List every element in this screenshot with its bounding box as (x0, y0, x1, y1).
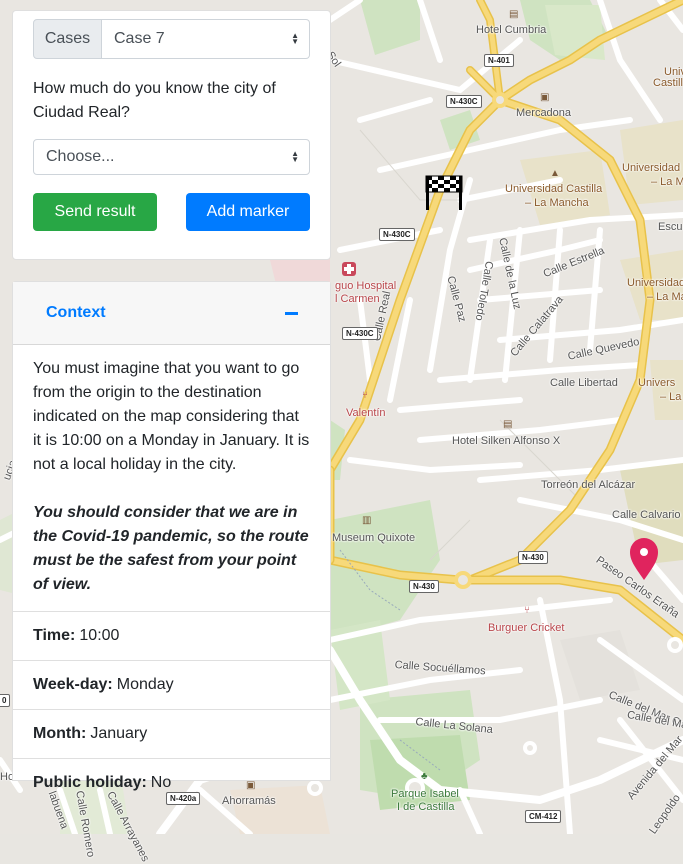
map-label-uni-r2b: – La Ma (647, 291, 683, 303)
map-label-hospital-2: l Carmen (335, 293, 380, 305)
detail-value: Monday (116, 676, 174, 693)
map-label-universidad-1: Universidad Castilla (505, 183, 603, 195)
map-label-uni-r2a: Universidad (627, 277, 683, 289)
context-emphasis: You should consider that we are in the C… (33, 504, 309, 593)
cases-label: Cases (33, 19, 102, 59)
map-label-museum: Museum Quixote (332, 532, 416, 544)
museum-icon: ▥ (362, 515, 372, 526)
context-title[interactable]: Context (46, 304, 106, 322)
map-label-escu: Escu (658, 221, 683, 233)
cases-select-value: Case 7 (114, 30, 165, 47)
context-body: You must imagine that you want to go fro… (13, 345, 330, 612)
detail-label: Time: (33, 627, 76, 644)
park-icon: ♣ (421, 771, 428, 782)
detail-public-holiday: Public holiday: No (13, 759, 330, 807)
detail-label: Public holiday: (33, 774, 147, 791)
knowledge-select[interactable]: Choose... ▲ ▼ (33, 139, 310, 175)
map-label-universidad-2: – La Mancha (525, 197, 589, 209)
knowledge-select-value: Choose... (46, 148, 115, 165)
university-icon: ▲ (550, 168, 560, 179)
map-label-calle-calvario: Calle Calvario (612, 509, 681, 521)
hotel-icon-2: ▤ (503, 419, 513, 430)
select-arrows-icon: ▲ ▼ (291, 31, 299, 46)
add-marker-button[interactable]: Add marker (186, 193, 310, 231)
collapse-minus-icon[interactable] (285, 311, 298, 315)
map-label-uni-r1a: Universidad (622, 162, 681, 174)
road-shield-n430c-c: N-430C (342, 327, 378, 340)
context-header[interactable]: Context (13, 282, 330, 345)
map-label-uni-r3b: – La (660, 391, 682, 403)
detail-value: 10:00 (79, 627, 120, 644)
road-shield-n430c-a: N-430C (446, 95, 482, 108)
detail-month: Month: January (13, 710, 330, 759)
map-label-calle-libertad: Calle Libertad (550, 377, 618, 389)
map-label-torreon: Torreón del Alcázar (541, 479, 636, 491)
restaurant-icon-2: ⑂ (524, 605, 530, 616)
context-panel: Context You must imagine that you want t… (12, 281, 331, 791)
map-label-valentin: Valentín (346, 407, 386, 419)
road-shield-cm412: CM-412 (525, 810, 562, 823)
detail-label: Week-day: (33, 676, 113, 693)
hospital-icon (342, 262, 356, 276)
map-label-hotel-cumbria: Hotel Cumbria (476, 24, 547, 36)
map-label-uni-r1b: – La Ma (651, 176, 683, 188)
detail-time: Time: 10:00 (13, 612, 330, 661)
cases-select[interactable]: Case 7 ▲ ▼ (102, 19, 310, 59)
select-arrows-icon: ▲ ▼ (291, 149, 299, 164)
detail-value: January (90, 725, 148, 742)
context-description: You must imagine that you want to go fro… (33, 360, 310, 473)
shop-icon: ▣ (540, 92, 550, 103)
detail-value: No (150, 774, 172, 791)
hotel-icon: ▤ (509, 9, 519, 20)
map-label-parque-1: Parque Isabel (391, 788, 459, 800)
map-label-uni-top-b: Castill (653, 77, 683, 89)
controls-panel: Cases Case 7 ▲ ▼ How much do you know the… (12, 10, 331, 260)
road-shield-n430-a: N-430 (518, 551, 548, 564)
restaurant-icon: ⑂ (362, 390, 368, 401)
road-shield-n401: N-401 (484, 54, 514, 67)
map-label-uni-r3a: Univers (638, 377, 676, 389)
detail-label: Month: (33, 725, 87, 742)
knowledge-question: How much do you know the city of Ciudad … (33, 80, 276, 121)
map-label-mercadona: Mercadona (516, 107, 572, 119)
map-label-burguer: Burguer Cricket (488, 622, 565, 634)
send-result-button[interactable]: Send result (33, 193, 157, 231)
map-label-hotel-silken: Hotel Silken Alfonso X (452, 435, 561, 447)
road-shield-left: 0 (0, 694, 11, 707)
cases-input-group: Cases Case 7 ▲ ▼ (33, 19, 310, 59)
detail-weekday: Week-day: Monday (13, 661, 330, 710)
road-shield-n430-b: N-430 (409, 580, 439, 593)
road-shield-n430c-b: N-430C (379, 228, 415, 241)
map-label-parque-2: I de Castilla (397, 801, 455, 813)
